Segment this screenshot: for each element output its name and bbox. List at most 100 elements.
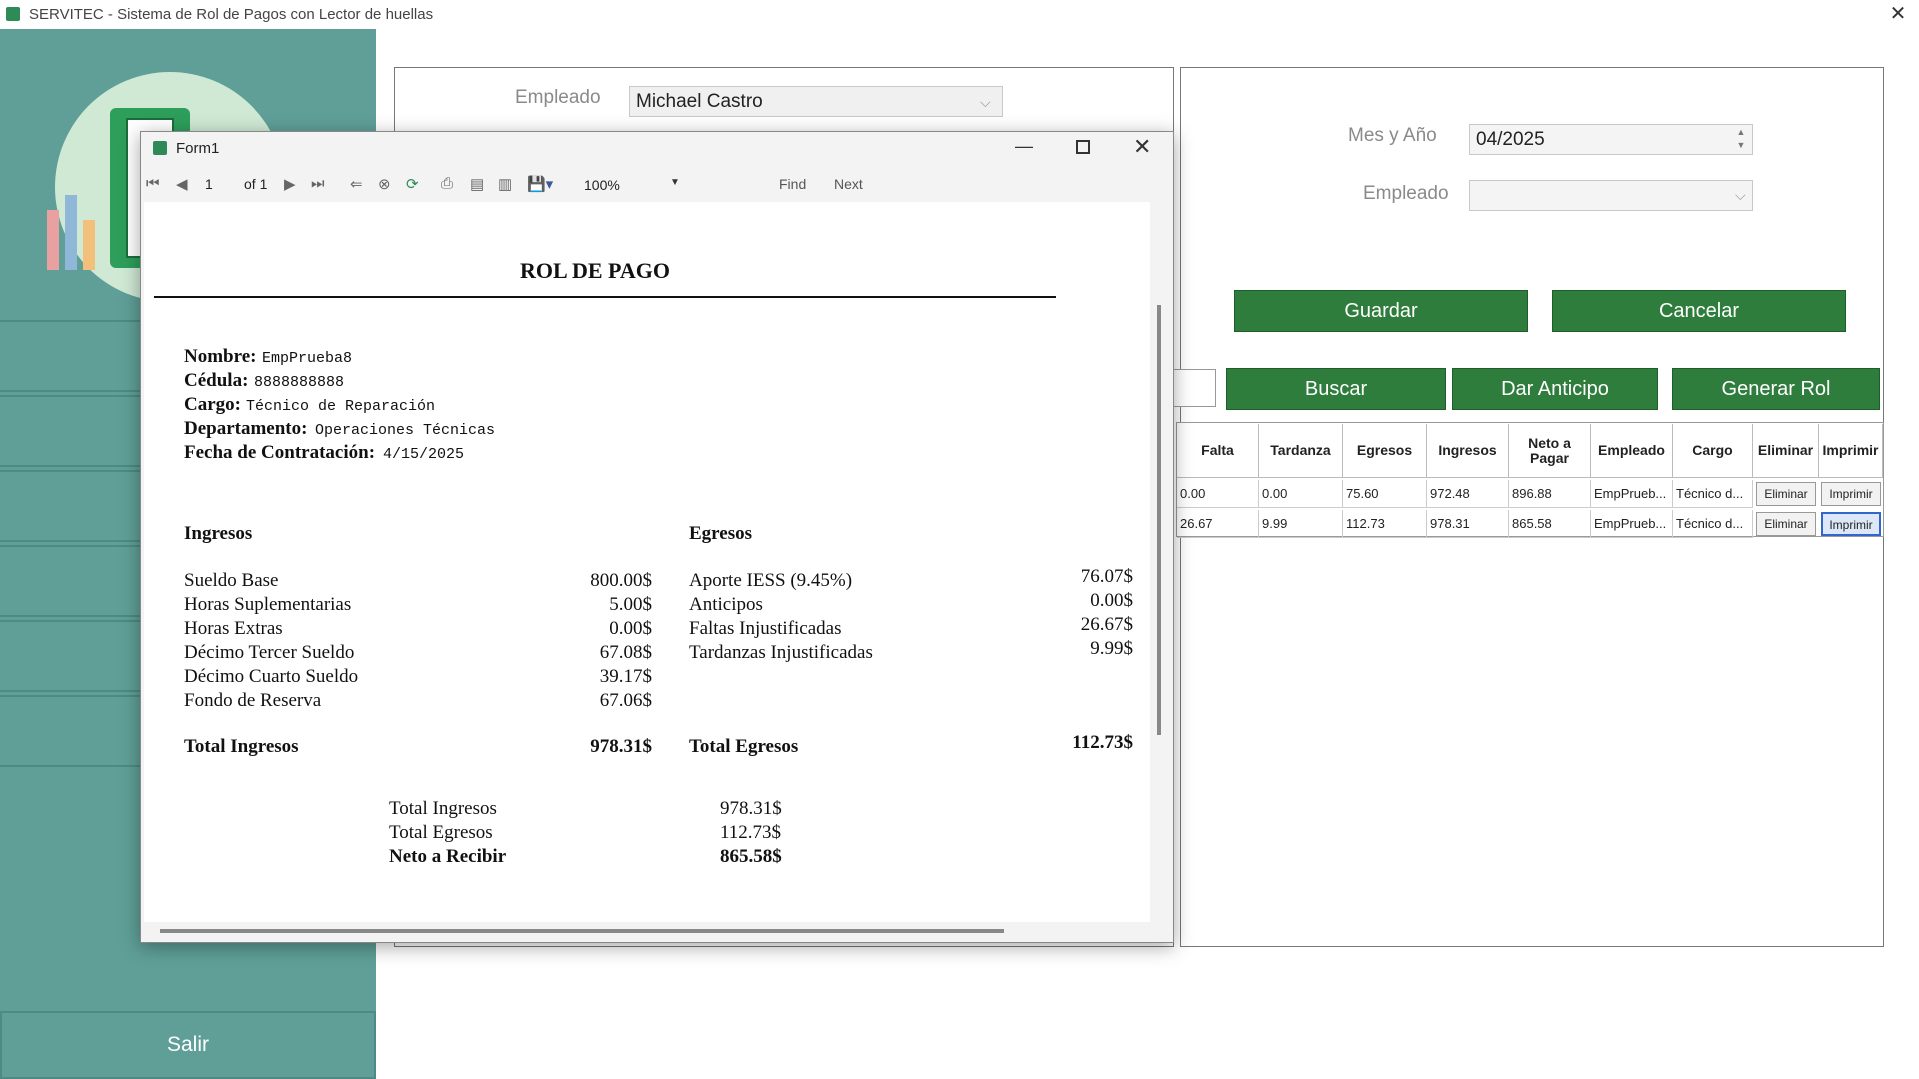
print-layout-icon[interactable]: ▤ <box>470 175 484 193</box>
next-link[interactable]: Next <box>834 176 863 192</box>
table-cell[interactable]: EmpPrueb... <box>1591 480 1673 508</box>
empleado-label-2: Empleado <box>1363 183 1449 204</box>
total-egresos-label: Total Egresos <box>689 736 799 757</box>
table-cell[interactable]: 9.99 <box>1259 510 1343 538</box>
print-icon[interactable]: ⎙ <box>441 175 453 192</box>
chevron-down-icon[interactable]: ⌵ <box>980 94 991 111</box>
summary-value: 978.31$ <box>720 798 782 819</box>
info-label-cargo: Cargo: <box>184 394 241 415</box>
ingreso-label: Décimo Tercer Sueldo <box>184 642 355 663</box>
empleado-select[interactable]: Michael Castro <box>629 86 1003 117</box>
egreso-value: 76.07$ <box>1080 566 1133 587</box>
generar-rol-button[interactable]: Generar Rol <box>1672 368 1880 410</box>
ingreso-value: 39.17$ <box>599 666 652 687</box>
horizontal-scrollbar[interactable] <box>160 929 1004 933</box>
app-icon <box>6 7 20 21</box>
ingreso-label: Décimo Cuarto Sueldo <box>184 666 359 687</box>
first-page-icon[interactable]: ⏮ <box>146 175 160 192</box>
ingresos-heading: Ingresos <box>184 523 253 544</box>
info-label-cedula: Cédula: <box>184 370 249 391</box>
table-cell[interactable]: EmpPrueb... <box>1591 510 1673 538</box>
export-icon[interactable]: 💾▾ <box>527 175 553 193</box>
report-page <box>144 202 1150 922</box>
table-cell[interactable]: Técnico d... <box>1673 510 1753 538</box>
mes-ano-input[interactable]: 04/2025 <box>1469 124 1753 155</box>
stop-icon[interactable]: ⊗ <box>378 175 391 193</box>
egreso-label: Faltas Injustificadas <box>689 618 842 639</box>
info-label-fecha: Fecha de Contratación: <box>184 442 376 463</box>
col-header-cargo[interactable]: Cargo <box>1673 424 1753 478</box>
table-cell[interactable]: 972.48 <box>1427 480 1509 508</box>
dar-anticipo-button[interactable]: Dar Anticipo <box>1452 368 1658 410</box>
col-header-empleado[interactable]: Empleado <box>1591 424 1673 478</box>
egreso-label: Aporte IESS (9.45%) <box>689 570 853 591</box>
ingreso-value: 67.08$ <box>599 642 652 663</box>
salir-button[interactable]: Salir <box>0 1011 376 1079</box>
imprimir-button[interactable]: Imprimir <box>1821 482 1881 506</box>
page-number-input[interactable]: 1 <box>205 176 213 192</box>
chevron-down-icon[interactable]: ▼ <box>670 177 680 188</box>
col-header-imprimir[interactable]: Imprimir <box>1819 424 1883 478</box>
find-link[interactable]: Find <box>779 176 806 192</box>
buscar-button[interactable]: Buscar <box>1226 368 1446 410</box>
guardar-button[interactable]: Guardar <box>1234 290 1528 332</box>
info-label-nombre: Nombre: <box>184 346 257 367</box>
col-header-egresos[interactable]: Egresos <box>1343 424 1427 478</box>
total-egresos-value: 112.73$ <box>1072 732 1133 753</box>
summary-value: 112.73$ <box>720 822 782 843</box>
col-header-falta[interactable]: Falta <box>1177 424 1259 478</box>
close-icon[interactable]: ✕ <box>1885 3 1911 25</box>
total-ingresos-value: 978.31$ <box>590 736 652 757</box>
back-icon[interactable]: ⇐ <box>350 175 363 193</box>
prev-page-icon[interactable]: ◀ <box>176 175 188 193</box>
empleado-select-2[interactable] <box>1469 180 1753 211</box>
close-icon[interactable]: ✕ <box>1133 134 1151 160</box>
col-header-tardanza[interactable]: Tardanza <box>1259 424 1343 478</box>
neto-label: Neto a Recibir <box>389 846 507 867</box>
logo-bars-icon <box>47 195 95 270</box>
refresh-icon[interactable]: ⟳ <box>406 175 419 193</box>
eliminar-button[interactable]: Eliminar <box>1756 482 1816 506</box>
table-cell[interactable]: Técnico d... <box>1673 480 1753 508</box>
table-cell[interactable]: 112.73 <box>1343 510 1427 538</box>
maximize-icon[interactable] <box>1076 140 1090 154</box>
table-cell[interactable]: 75.60 <box>1343 480 1427 508</box>
table-cell[interactable]: 896.88 <box>1509 480 1591 508</box>
page-setup-icon[interactable]: ▥ <box>498 175 512 193</box>
table-cell[interactable]: 26.67 <box>1177 510 1259 538</box>
total-ingresos-label: Total Ingresos <box>184 736 299 757</box>
table-cell[interactable]: 0.00 <box>1177 480 1259 508</box>
table-cell[interactable]: 0.00 <box>1259 480 1343 508</box>
ingreso-label: Fondo de Reserva <box>184 690 322 711</box>
info-label-departamento: Departamento: <box>184 418 308 439</box>
info-value-departamento: Operaciones Técnicas <box>315 422 496 439</box>
zoom-select[interactable]: 100% <box>578 172 682 198</box>
cancelar-button[interactable]: Cancelar <box>1552 290 1846 332</box>
table-cell[interactable]: 978.31 <box>1427 510 1509 538</box>
egresos-heading: Egresos <box>689 523 752 544</box>
summary-label: Total Ingresos <box>389 798 497 819</box>
info-value-fecha: 4/15/2025 <box>383 446 465 463</box>
next-page-icon[interactable]: ▶ <box>284 175 296 193</box>
col-header-ingresos[interactable]: Ingresos <box>1427 424 1509 478</box>
ingreso-label: Horas Suplementarias <box>184 594 352 615</box>
col-header-eliminar[interactable]: Eliminar <box>1753 424 1819 478</box>
vertical-scrollbar[interactable] <box>1157 305 1161 735</box>
minimize-icon[interactable]: — <box>1015 136 1033 157</box>
spinner-icon[interactable]: ▲ ▼ <box>1730 126 1752 154</box>
egreso-value: 9.99$ <box>1090 638 1133 659</box>
ingreso-value: 5.00$ <box>609 594 652 615</box>
page-count: of 1 <box>244 176 268 192</box>
imprimir-button[interactable]: Imprimir <box>1821 512 1881 536</box>
ingreso-label: Sueldo Base <box>184 570 279 591</box>
mes-ano-label: Mes y Año <box>1348 125 1437 146</box>
ingreso-value: 67.06$ <box>599 690 652 711</box>
table-cell[interactable]: 865.58 <box>1509 510 1591 538</box>
search-input[interactable] <box>1172 369 1216 407</box>
neto-value: 865.58$ <box>720 846 782 867</box>
eliminar-button[interactable]: Eliminar <box>1756 512 1816 536</box>
egreso-label: Anticipos <box>689 594 763 615</box>
chevron-down-icon[interactable]: ⌵ <box>1735 187 1746 204</box>
last-page-icon[interactable]: ⏭ <box>311 175 325 192</box>
col-header-neto[interactable]: Neto a Pagar <box>1509 424 1591 478</box>
